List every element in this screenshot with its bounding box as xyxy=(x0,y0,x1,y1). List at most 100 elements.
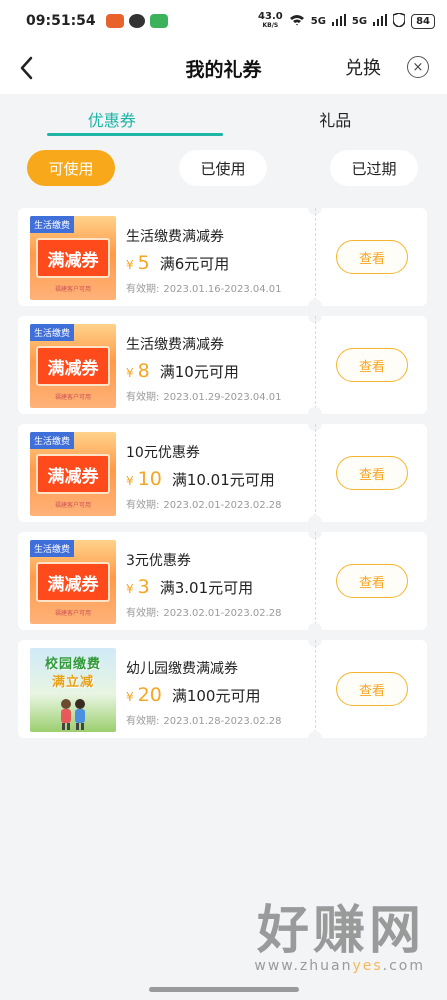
coupon-thumbnail: 生活缴费 满减券 福建客户可用 xyxy=(30,432,116,516)
validity-label: 有效期: xyxy=(126,716,160,727)
redeem-button[interactable]: 兑换 xyxy=(345,54,381,80)
card-notch xyxy=(308,515,322,522)
coupon-amount: 3 xyxy=(137,576,150,598)
coupon-thumbnail: 校园缴费 满立减 xyxy=(30,648,116,732)
validity-range: 2023.01.16-2023.04.01 xyxy=(163,284,282,295)
view-button[interactable]: 查看 xyxy=(336,348,408,382)
thumb-title: 满减券 xyxy=(36,454,110,494)
view-button[interactable]: 查看 xyxy=(336,564,408,598)
coupon-validity: 有效期: 2023.01.28-2023.02.28 xyxy=(126,712,282,727)
thumb-tag: 生活缴费 xyxy=(30,216,75,233)
coupon-price: ¥ 8 满10元可用 xyxy=(126,360,239,382)
coupon-card[interactable]: 生活缴费 满减券 福建客户可用 生活缴费满减券 ¥ 8 满10元可用 有效期: 2… xyxy=(18,316,427,414)
thumb-footnote: 福建客户可用 xyxy=(54,610,91,617)
currency-symbol: ¥ xyxy=(126,582,134,596)
coupon-amount: 20 xyxy=(137,684,162,706)
back-arrow-icon[interactable] xyxy=(16,54,38,82)
coupon-validity: 有效期: 2023.01.29-2023.04.01 xyxy=(126,388,282,403)
children-illustration xyxy=(56,696,90,730)
coupon-amount: 10 xyxy=(137,468,162,490)
currency-symbol: ¥ xyxy=(126,690,134,704)
card-notch xyxy=(308,623,322,630)
coupon-price: ¥ 10 满10.01元可用 xyxy=(126,468,275,490)
coupon-amount: 8 xyxy=(137,360,150,382)
status-time: 09:51:54 xyxy=(26,13,96,29)
validity-range: 2023.02.01-2023.02.28 xyxy=(163,608,282,619)
filter-usable[interactable]: 可使用 xyxy=(27,150,115,186)
coupon-price: ¥ 5 满6元可用 xyxy=(126,252,229,274)
signal-5g-icon-2: 5G xyxy=(351,15,368,27)
message-icon xyxy=(149,14,168,28)
coupon-price: ¥ 3 满3.01元可用 xyxy=(126,576,253,598)
view-button[interactable]: 查看 xyxy=(336,456,408,490)
app-notification-icon xyxy=(105,14,124,28)
card-divider xyxy=(315,640,316,738)
coupon-price: ¥ 20 满100元可用 xyxy=(126,684,260,706)
coupon-condition: 满100元可用 xyxy=(171,687,261,705)
validity-range: 2023.01.28-2023.02.28 xyxy=(163,716,282,727)
coupon-amount: 5 xyxy=(137,252,150,274)
currency-symbol: ¥ xyxy=(126,366,134,380)
status-right: 43.0 KB/S 5G 5G 84 xyxy=(258,12,435,30)
thumb-footnote: 福建客户可用 xyxy=(54,394,91,401)
close-icon[interactable]: × xyxy=(407,56,429,78)
signal-bars-icon xyxy=(331,13,346,29)
thumb-footnote: 福建客户可用 xyxy=(54,502,91,509)
home-indicator[interactable] xyxy=(149,987,299,992)
battery-icon: 84 xyxy=(411,13,435,29)
status-filters: 可使用 已使用 已过期 xyxy=(0,150,447,188)
coupon-thumbnail: 生活缴费 满减券 福建客户可用 xyxy=(30,540,116,624)
card-divider xyxy=(315,532,316,630)
thumb-tag: 生活缴费 xyxy=(30,324,75,341)
thumb-title: 满减券 xyxy=(36,238,110,278)
coupon-card[interactable]: 校园缴费 满立减 幼儿园缴费满减券 ¥ 20 满100元可用 有效期: 2023.… xyxy=(18,640,427,738)
coupon-card[interactable]: 生活缴费 满减券 福建客户可用 10元优惠券 ¥ 10 满10.01元可用 有效… xyxy=(18,424,427,522)
currency-symbol: ¥ xyxy=(126,258,134,272)
coupon-condition: 满3.01元可用 xyxy=(159,579,254,597)
coupon-validity: 有效期: 2023.01.16-2023.04.01 xyxy=(126,280,282,295)
signal-bars-icon-2 xyxy=(373,13,388,29)
coupon-condition: 满10.01元可用 xyxy=(171,471,275,489)
thumb-tag: 生活缴费 xyxy=(30,432,75,449)
watermark: 好赚网 www.zhuanyes.com xyxy=(254,902,425,974)
validity-label: 有效期: xyxy=(126,608,160,619)
validity-label: 有效期: xyxy=(126,284,160,295)
validity-label: 有效期: xyxy=(126,392,160,403)
coupon-card[interactable]: 生活缴费 满减券 福建客户可用 3元优惠券 ¥ 3 满3.01元可用 有效期: 2… xyxy=(18,532,427,630)
view-button[interactable]: 查看 xyxy=(336,672,408,706)
card-notch xyxy=(308,731,322,738)
validity-range: 2023.01.29-2023.04.01 xyxy=(163,392,282,403)
coupon-tabs: 优惠券 礼品 xyxy=(0,94,447,140)
card-divider xyxy=(315,424,316,522)
thumb-school-text: 校园缴费 满立减 xyxy=(44,657,101,690)
notification-icons xyxy=(105,14,168,28)
thumb-title: 满减券 xyxy=(36,346,110,386)
wechat-icon xyxy=(128,14,145,28)
card-divider xyxy=(315,208,316,306)
coupon-name: 生活缴费满减券 xyxy=(126,337,224,353)
currency-symbol: ¥ xyxy=(126,474,134,488)
card-divider xyxy=(315,316,316,414)
coupon-name: 幼儿园缴费满减券 xyxy=(126,661,238,677)
coupon-name: 10元优惠券 xyxy=(126,445,200,461)
net-speed: 43.0 KB/S xyxy=(258,11,283,30)
vpn-shield-icon xyxy=(392,11,406,30)
signal-5g-icon: 5G xyxy=(310,15,326,27)
filter-expired[interactable]: 已过期 xyxy=(330,150,418,186)
coupon-card[interactable]: 生活缴费 满减券 福建客户可用 生活缴费满减券 ¥ 5 满6元可用 有效期: 20… xyxy=(18,208,427,306)
tab-coupons[interactable]: 优惠券 xyxy=(0,94,224,140)
card-notch xyxy=(308,299,322,306)
page-header: 我的礼券 兑换 × xyxy=(0,42,447,94)
coupon-thumbnail: 生活缴费 满减券 福建客户可用 xyxy=(30,324,116,408)
thumb-title: 满减券 xyxy=(36,562,110,602)
view-button[interactable]: 查看 xyxy=(336,240,408,274)
thumb-tag: 生活缴费 xyxy=(30,540,75,557)
coupon-name: 3元优惠券 xyxy=(126,553,191,569)
validity-label: 有效期: xyxy=(126,500,160,511)
coupon-condition: 满6元可用 xyxy=(159,255,230,273)
thumb-footnote: 福建客户可用 xyxy=(54,286,91,293)
filter-used[interactable]: 已使用 xyxy=(179,150,267,186)
coupon-name: 生活缴费满减券 xyxy=(126,229,224,245)
tab-gifts[interactable]: 礼品 xyxy=(224,94,447,140)
status-bar: 09:51:54 43.0 KB/S 5G 5G 84 xyxy=(0,0,447,42)
